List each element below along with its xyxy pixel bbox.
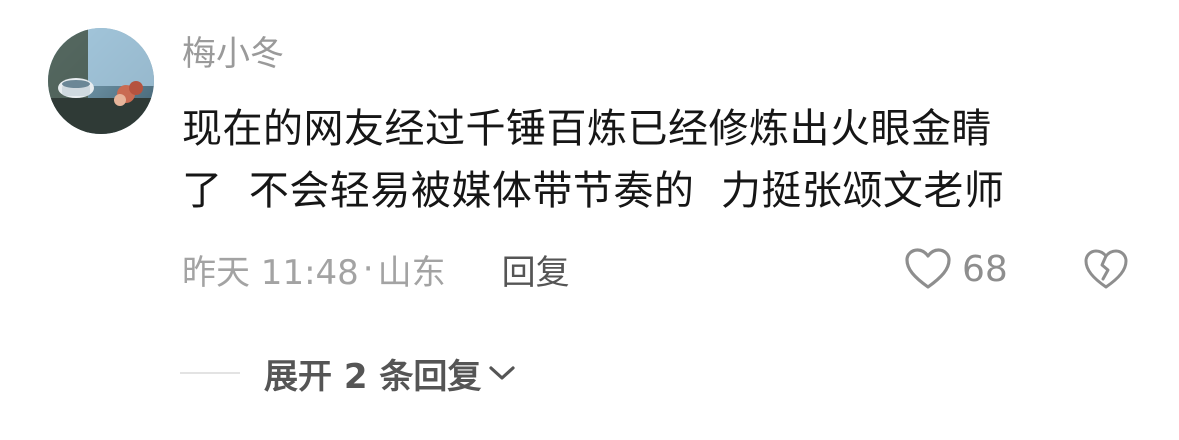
like-count: 68 [962, 248, 1008, 290]
meta-separator: · [362, 249, 374, 289]
comment-item: 梅小冬 现在的网友经过千锤百炼已经修炼出火眼金睛 了 不会轻易被媒体带节奏的 力… [0, 0, 1179, 440]
expand-replies-button[interactable]: 展开 2 条回复 [180, 348, 517, 398]
username[interactable]: 梅小冬 [182, 30, 284, 78]
comment-text-line: 现在的网友经过千锤百炼已经修炼出火眼金睛 [182, 106, 992, 152]
broken-heart-icon [1084, 249, 1128, 289]
avatar-photo [48, 28, 154, 134]
comment-meta: 昨天 11:48 · 山东 回复 [182, 244, 570, 294]
chevron-down-icon [487, 363, 517, 383]
comment-location: 山东 [377, 252, 446, 293]
expand-replies-label: 展开 2 条回复 [264, 356, 482, 397]
like-button[interactable]: 68 [904, 244, 1008, 294]
comment-text: 现在的网友经过千锤百炼已经修炼出火眼金睛 了 不会轻易被媒体带节奏的 力挺张颂文… [182, 98, 1112, 222]
reply-button[interactable]: 回复 [502, 245, 570, 294]
dislike-button[interactable] [1083, 246, 1129, 292]
divider-line [180, 372, 240, 374]
comment-text-line: 了 不会轻易被媒体带节奏的 力挺张颂文老师 [182, 168, 1005, 214]
avatar[interactable] [48, 28, 154, 134]
comment-time: 昨天 11:48 [182, 252, 359, 293]
heart-outline-icon [905, 248, 951, 289]
